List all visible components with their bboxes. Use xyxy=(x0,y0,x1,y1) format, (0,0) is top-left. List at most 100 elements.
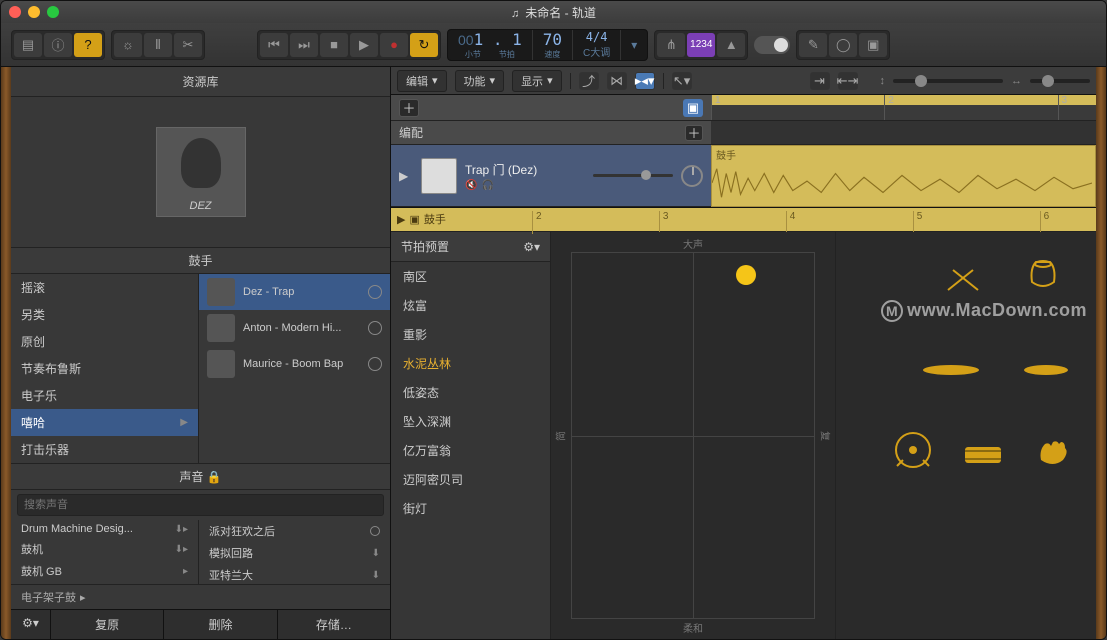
record-icon[interactable]: ● xyxy=(380,33,408,57)
hihat-icon[interactable] xyxy=(916,352,986,388)
track-header[interactable]: ▶ Trap 门 (Dez) 🔇🎧 xyxy=(391,145,711,207)
time-signature[interactable]: 4/4 xyxy=(586,30,608,44)
add-arrangement-button[interactable]: ＋ xyxy=(685,125,703,141)
add-track-button[interactable]: ＋ xyxy=(399,99,419,117)
snare-icon[interactable] xyxy=(960,437,1006,473)
xy-puck[interactable] xyxy=(736,265,756,285)
preset-item[interactable]: 坠入深渊 xyxy=(391,407,550,436)
master-toggle[interactable] xyxy=(754,36,790,54)
editor-ruler[interactable]: ▶▣鼓手 2 3 4 5 6 xyxy=(391,208,1096,232)
gear-menu[interactable]: ⚙▾ xyxy=(11,610,51,639)
preset-item[interactable]: 街灯 xyxy=(391,494,550,523)
library-toggle-icon[interactable]: ▤ xyxy=(14,33,42,57)
save-button[interactable]: 存储… xyxy=(278,610,390,639)
snap-icon[interactable]: ▸◂▾ xyxy=(635,72,655,90)
preset-item[interactable]: 亿万富翁 xyxy=(391,436,550,465)
search-input[interactable] xyxy=(17,494,384,516)
preset-item[interactable]: 低姿态 xyxy=(391,378,550,407)
global-tracks-icon[interactable]: ▣ xyxy=(683,99,703,117)
preview-ring-icon[interactable] xyxy=(370,526,380,536)
preset-item[interactable]: 水泥丛林 xyxy=(391,349,550,378)
gear-icon[interactable]: ⚙▾ xyxy=(523,240,540,254)
delete-button[interactable]: 删除 xyxy=(164,610,277,639)
preset-item[interactable]: 炫富 xyxy=(391,291,550,320)
play-icon[interactable]: ▶ xyxy=(350,33,378,57)
forward-icon[interactable]: ⏭ xyxy=(290,33,318,57)
patch-item[interactable]: 鼓机⬇▸ xyxy=(11,538,198,560)
transport-display[interactable]: 001 . 1 小节节拍 70 速度 4/4 C大调 ▾ xyxy=(447,29,648,61)
view-menu[interactable]: 显示 ▾ xyxy=(512,70,562,92)
mixer-icon[interactable]: ⫴ xyxy=(144,33,172,57)
drummer-item[interactable]: Maurice - Boom Bap xyxy=(199,346,390,382)
media-icon[interactable]: ▣ xyxy=(859,33,887,57)
loops-icon[interactable]: ◯ xyxy=(829,33,857,57)
scissors-icon[interactable]: ✂ xyxy=(174,33,202,57)
download-icon[interactable]: ⬇ xyxy=(175,524,183,535)
rewind-icon[interactable]: ⏮ xyxy=(260,33,288,57)
mute-icon[interactable]: 🔇 xyxy=(465,180,477,191)
patch-item[interactable]: Drum Machine Desig...⬇▸ xyxy=(11,520,198,538)
track-play-icon[interactable]: ▶ xyxy=(399,169,413,183)
kick-icon[interactable] xyxy=(890,432,936,468)
track-lane[interactable]: 鼓手 xyxy=(711,145,1096,207)
xy-pad[interactable]: 大声 柔和 简 复 xyxy=(551,232,836,639)
help-icon[interactable]: ? xyxy=(74,33,102,57)
hzoom-icon[interactable]: ↔ xyxy=(1011,75,1022,87)
preset-item[interactable]: 迈阿密贝司 xyxy=(391,465,550,494)
patch-item[interactable]: 派对狂欢之后 xyxy=(199,520,390,542)
genre-item[interactable]: 电子乐 xyxy=(11,382,198,409)
revert-button[interactable]: 复原 xyxy=(51,610,164,639)
timeline-ruler[interactable]: 1 2 3 xyxy=(711,95,1096,121)
tempo-value[interactable]: 70 xyxy=(543,30,562,49)
flex-icon[interactable]: ⋈ xyxy=(607,72,627,90)
volume-slider[interactable] xyxy=(593,174,673,177)
preview-ring-icon[interactable] xyxy=(368,321,382,335)
cymbal-icon[interactable] xyxy=(1016,352,1076,388)
automation-curve-icon[interactable]: ⤴ xyxy=(579,72,599,90)
preview-ring-icon[interactable] xyxy=(368,357,382,371)
pointer-tool-icon[interactable]: ↖▾ xyxy=(672,72,692,90)
function-menu[interactable]: 功能 ▾ xyxy=(455,70,505,92)
clap-icon[interactable] xyxy=(1030,432,1076,468)
horizontal-zoom-slider[interactable] xyxy=(1030,79,1090,83)
preset-item[interactable]: 重影 xyxy=(391,320,550,349)
drummer-item[interactable]: Dez - Trap xyxy=(199,274,390,310)
vzoom-icon[interactable]: ↕ xyxy=(880,75,886,87)
info-icon[interactable]: ⓘ xyxy=(44,33,72,57)
percussion-icon[interactable] xyxy=(1020,257,1066,293)
fit-icon[interactable]: ⇤⇥ xyxy=(838,72,858,90)
tuner-icon[interactable]: ⋔ xyxy=(657,33,685,57)
stop-icon[interactable]: ■ xyxy=(320,33,348,57)
region-play-icon[interactable]: ▶ xyxy=(397,213,405,226)
patch-item[interactable]: 模拟回路⬇ xyxy=(199,542,390,564)
genre-item[interactable]: 另类 xyxy=(11,301,198,328)
genre-item[interactable]: 嘻哈▶ xyxy=(11,409,198,436)
genre-item[interactable]: 打击乐器 xyxy=(11,436,198,463)
drummer-item[interactable]: Anton - Modern Hi... xyxy=(199,310,390,346)
pan-knob[interactable] xyxy=(681,165,703,187)
window-maximize[interactable] xyxy=(47,6,59,18)
window-minimize[interactable] xyxy=(28,6,40,18)
cycle-icon[interactable]: ↻ xyxy=(410,33,438,57)
preview-ring-icon[interactable] xyxy=(368,285,382,299)
arrange-lane[interactable] xyxy=(711,121,1096,145)
category-path[interactable]: 电子架子鼓▸ xyxy=(11,584,390,609)
preset-item[interactable]: 南区 xyxy=(391,262,550,291)
download-icon[interactable]: ⬇ xyxy=(175,544,183,555)
genre-item[interactable]: 原创 xyxy=(11,328,198,355)
genre-item[interactable]: 节奏布鲁斯 xyxy=(11,355,198,382)
notepad-icon[interactable]: ✎ xyxy=(799,33,827,57)
window-close[interactable] xyxy=(9,6,21,18)
download-icon[interactable]: ⬇ xyxy=(372,548,380,559)
edit-menu[interactable]: 编辑 ▾ xyxy=(397,70,447,92)
download-icon[interactable]: ⬇ xyxy=(372,570,380,581)
drummer-region[interactable]: 鼓手 xyxy=(711,145,1096,207)
metronome-icon[interactable]: ▲ xyxy=(717,33,745,57)
sticks-icon[interactable] xyxy=(940,262,986,298)
collapse-icon[interactable]: ⇥ xyxy=(810,72,830,90)
genre-item[interactable]: 摇滚 xyxy=(11,274,198,301)
patch-item[interactable]: 亚特兰大⬇ xyxy=(199,564,390,584)
instrument-icon[interactable] xyxy=(421,158,457,194)
smart-controls-icon[interactable]: ☼ xyxy=(114,33,142,57)
patch-item[interactable]: 鼓机 GB▸ xyxy=(11,560,198,582)
